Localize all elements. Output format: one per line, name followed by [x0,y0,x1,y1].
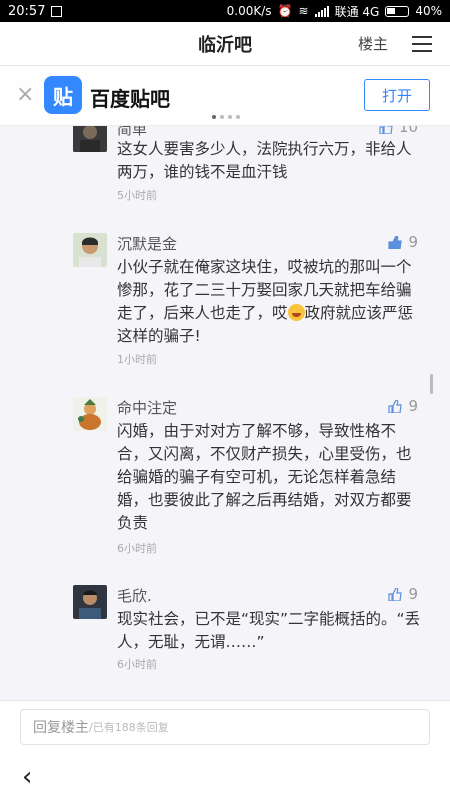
battery-icon [385,5,410,17]
thumbs-up-icon [388,399,403,413]
comment-time: 1小时前 [117,353,157,366]
comment-username[interactable]: 沉默是金 [117,233,177,254]
open-app-button[interactable]: 打开 [364,79,430,111]
comment-username[interactable]: 命中注定 [117,397,177,418]
notification-icon [51,5,63,17]
avatar[interactable] [73,397,107,431]
carousel-dots [212,115,240,119]
comment-username[interactable]: 毛欣. [117,585,152,606]
comment-text: 现实社会，已不是“现实”二字能概括的。“丢人，无耻，无谓……” [117,610,421,651]
page-title: 临沂吧 [198,34,252,56]
comment-time: 6小时前 [117,542,157,555]
carrier-label: 联通 4G [334,4,380,19]
comment-time: 6小时前 [117,658,157,671]
laughing-emoji-icon [287,304,305,321]
status-bar: 20:57 0.00K/s ⏰ ≋ 联通 4G 40% [0,0,450,22]
owner-only-button[interactable]: 楼主 [358,33,388,54]
reply-placeholder: 回复楼主 [33,720,89,736]
top-navbar: 临沂吧 楼主 [0,22,450,66]
like-button[interactable]: 9 [388,585,418,603]
like-count: 9 [408,397,418,415]
thumbs-up-icon [388,587,403,601]
app-name: 百度贴吧 [90,87,170,111]
close-icon[interactable]: × [16,84,34,106]
like-button[interactable]: 9 [388,397,418,415]
comment-text: 小伙子就在俺家这块住，哎被坑的那叫一个惨那，花了二三十万娶回家几天就把车给骗走了… [117,256,422,348]
comment-list: 简单 10 这女人要害多少人，法院执行六万，非给人两万，谁的钱不是血汗钱 5小时… [0,126,450,700]
like-count: 9 [408,585,418,603]
like-count: 10 [398,126,418,136]
status-time: 20:57 [8,3,46,19]
battery-level: 40% [415,4,442,18]
comment-text: 闪婚，由于对对方了解不够，导致性格不合，又闪离，不仅财产损失，心里受伤，也给骗婚… [117,422,412,532]
avatar[interactable] [73,233,107,267]
avatar[interactable] [73,126,107,152]
reply-input[interactable]: 回复楼主 /已有188条回复 [20,709,430,745]
wifi-icon: ≋ [298,4,309,18]
bottom-toolbar: ‹ [0,754,450,800]
comment-time: 5小时前 [117,189,157,202]
avatar[interactable] [73,585,107,619]
thumbs-up-icon [388,235,403,249]
comment-text: 这女人要害多少人，法院执行六万，非给人两万，谁的钱不是血汗钱 [117,140,412,181]
tieba-logo-icon: 贴 [44,76,82,114]
like-button[interactable]: 9 [388,233,418,251]
thumbs-up-icon [379,126,393,134]
reply-count: /已有188条回复 [89,721,169,734]
reply-bar: 回复楼主 /已有188条回复 [0,700,450,754]
scrollbar[interactable] [430,374,433,394]
network-speed: 0.00K/s [226,4,272,18]
signal-icon [314,5,329,17]
like-button[interactable]: 10 [379,126,418,136]
like-count: 9 [408,233,418,251]
alarm-icon: ⏰ [277,4,293,18]
menu-icon[interactable] [412,36,432,52]
back-arrow-icon[interactable]: ‹ [22,764,32,790]
